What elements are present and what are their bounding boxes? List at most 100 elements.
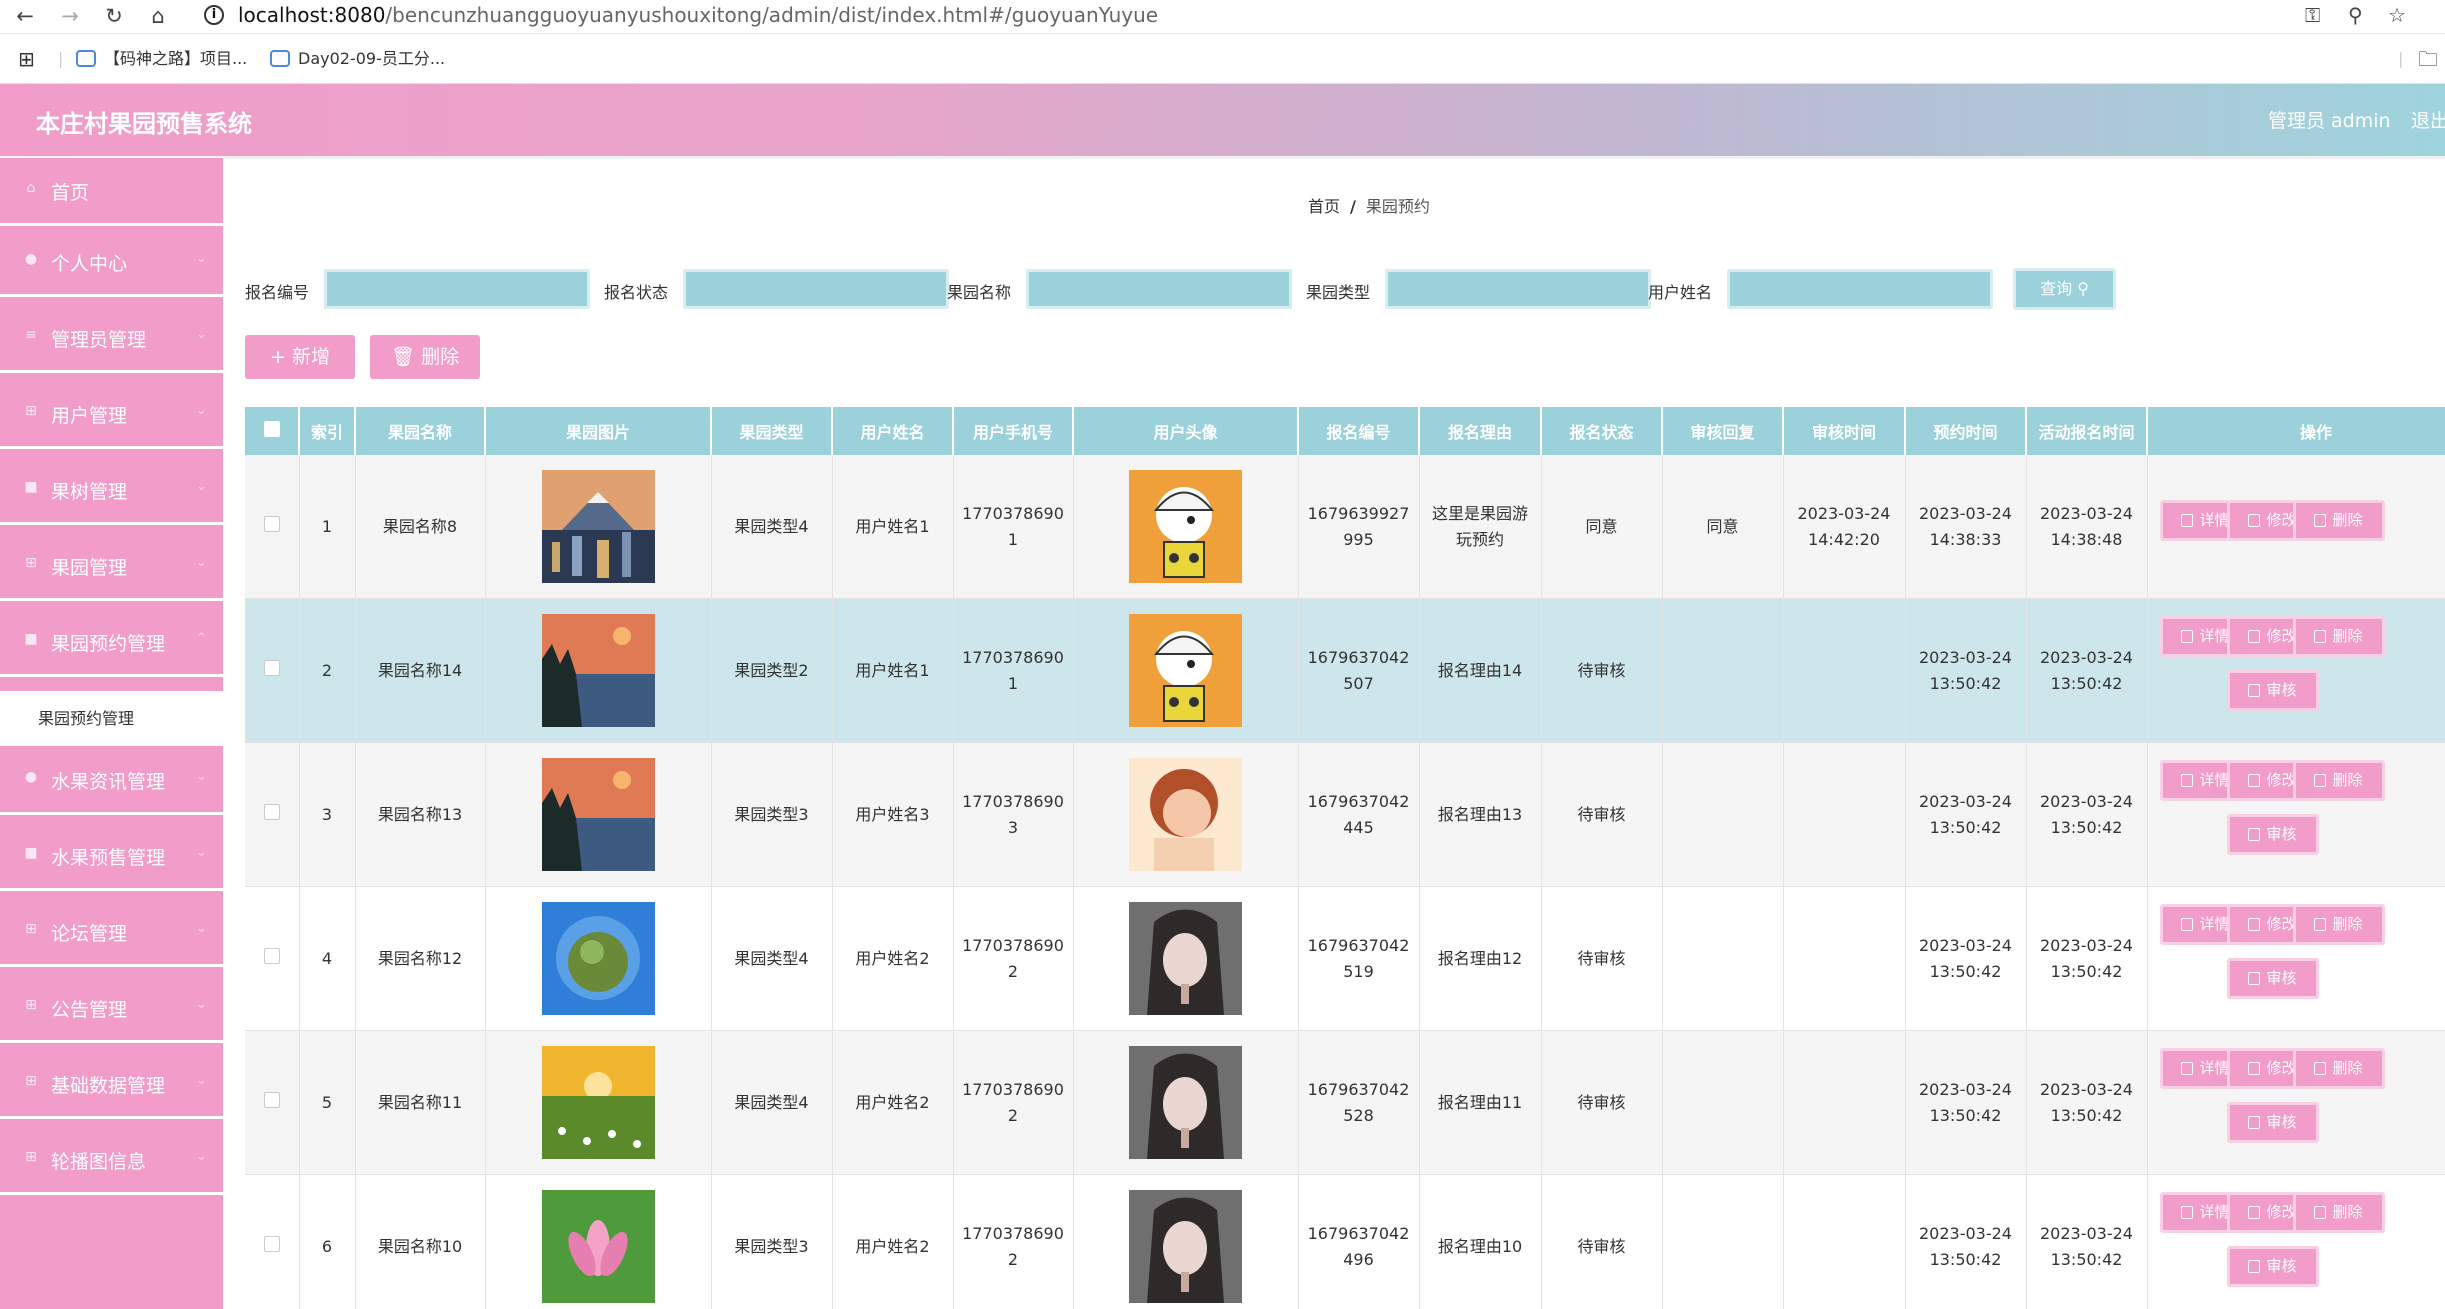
chat-icon: ■: [24, 845, 38, 861]
sidebar-item-trees[interactable]: ■ 果树管理 ⌄: [0, 457, 223, 525]
filter-status-select[interactable]: [683, 269, 949, 309]
apps-grid-icon[interactable]: ⊞: [18, 46, 35, 72]
add-button[interactable]: + 新增: [245, 335, 355, 379]
index-cell: 2: [299, 598, 356, 743]
sidebar-item-forum[interactable]: ⊞ 论坛管理 ⌄: [0, 899, 223, 967]
appt-time: 13:50:42: [1929, 817, 2002, 837]
appt-time: 13:50:42: [1929, 1249, 2002, 1269]
table-row[interactable]: 1 果园名称8 果园类型4 用户姓名1 1770378690 1 1679639927 995…: [245, 455, 2445, 599]
delete-row-button[interactable]: 删除: [2292, 500, 2385, 541]
sidebar-item-home[interactable]: ⌂ 首页: [0, 158, 223, 226]
breadcrumb-home[interactable]: 首页: [1308, 197, 1340, 216]
logout-link[interactable]: 退出: [2411, 106, 2445, 133]
table-row[interactable]: 2 果园名称14 果园类型2 用户姓名1 1770378690 1 1679637042 50…: [245, 598, 2445, 743]
breadcrumb-separator: /: [1350, 197, 1356, 216]
filter-user-input[interactable]: [1727, 269, 1993, 309]
add-label: 新增: [291, 346, 330, 368]
user-avatar-cell: [1073, 598, 1299, 743]
sidebar-item-orchards[interactable]: ⊞ 果园管理 ⌄: [0, 533, 223, 601]
signup-no-cell: 1679637042 496: [1298, 1174, 1420, 1309]
grid-icon: ⊞: [25, 1073, 37, 1089]
act-date: 2023-03-24: [2040, 935, 2133, 955]
audit-button[interactable]: 审核: [2226, 814, 2319, 855]
row-select-cell[interactable]: [245, 1174, 300, 1309]
select-all-checkbox[interactable]: [263, 421, 280, 437]
delete-row-button[interactable]: 删除: [2292, 616, 2385, 657]
row-checkbox[interactable]: [263, 947, 280, 964]
delete-row-label: 删除: [2332, 511, 2363, 529]
delete-row-button[interactable]: 删除: [2292, 760, 2385, 801]
query-button[interactable]: 查询 ⚲: [2013, 268, 2116, 310]
sidebar-item-label: 水果资讯管理: [51, 771, 166, 793]
filter-orchard-input[interactable]: [1026, 269, 1292, 309]
address-bar[interactable]: i localhost:8080/bencunzhuangguoyuanyush…: [190, 0, 2290, 32]
bookmark-star-icon[interactable]: ☆: [2388, 0, 2406, 30]
trash-icon: [2314, 514, 2327, 527]
sidebar-item-reservations[interactable]: ■ 果园预约管理 ⌃: [0, 609, 223, 677]
audit-button[interactable]: 审核: [2226, 958, 2319, 999]
row-checkbox[interactable]: [263, 1091, 280, 1108]
row-select-cell[interactable]: [245, 742, 300, 887]
column-header: 审核回复: [1662, 407, 1784, 455]
table-row[interactable]: 4 果园名称12 果园类型4 用户姓名2 1770378690 2 1679637042 51…: [245, 886, 2445, 1031]
audit-button[interactable]: 审核: [2226, 1246, 2319, 1287]
reload-icon[interactable]: ↻: [99, 2, 129, 30]
forward-icon[interactable]: →: [55, 2, 85, 30]
row-checkbox[interactable]: [263, 1235, 280, 1252]
phone-line: 1: [1007, 529, 1019, 549]
sidebar-item-users[interactable]: ⊞ 用户管理 ⌄: [0, 381, 223, 449]
home-icon[interactable]: ⌂: [143, 2, 173, 30]
reason-text: 报名理由11: [1437, 1092, 1523, 1112]
submenu-reservation-management[interactable]: 果园预约管理: [0, 691, 223, 746]
zoom-icon[interactable]: ⚲: [2348, 0, 2363, 30]
table-row[interactable]: 3 果园名称13 果园类型3 用户姓名3 1770378690 3 1679637042 44…: [245, 742, 2445, 887]
bookmark-item[interactable]: Day02-09-员工分...: [270, 46, 445, 72]
sidebar-item-profile[interactable]: ● 个人中心 ⌄: [0, 229, 223, 297]
audit-button[interactable]: 审核: [2226, 670, 2319, 711]
password-key-icon[interactable]: ⚿: [2305, 0, 2320, 30]
row-select-cell[interactable]: [245, 598, 300, 743]
folder-icon[interactable]: 🗀: [2418, 46, 2438, 72]
filter-no-input[interactable]: [324, 269, 590, 309]
delete-label: 删除: [421, 346, 460, 368]
delete-row-button[interactable]: 删除: [2292, 904, 2385, 945]
sidebar-item-news[interactable]: ● 水果资讯管理 ⌄: [0, 747, 223, 815]
bookmark-item[interactable]: 【码神之路】项目...: [76, 46, 247, 72]
delete-row-button[interactable]: 删除: [2292, 1192, 2385, 1233]
sidebar-item-carousel[interactable]: ⊞ 轮播图信息 ⌄: [0, 1127, 223, 1195]
chevron-down-icon: ⌄: [196, 479, 207, 494]
delete-button[interactable]: 🗑 删除: [370, 335, 480, 379]
row-select-cell[interactable]: [245, 455, 300, 599]
filter-type-select[interactable]: [1385, 269, 1651, 309]
row-checkbox[interactable]: [263, 803, 280, 820]
select-all-header[interactable]: [245, 407, 300, 455]
row-checkbox[interactable]: [263, 515, 280, 532]
sidebar-item-base-data[interactable]: ⊞ 基础数据管理 ⌄: [0, 1051, 223, 1119]
sidebar-item-notices[interactable]: ⊞ 公告管理 ⌄: [0, 975, 223, 1043]
row-checkbox[interactable]: [263, 659, 280, 676]
edit-label: 修改: [2266, 1059, 2297, 1077]
reply-cell: [1662, 598, 1784, 743]
delete-row-label: 删除: [2332, 1203, 2363, 1221]
user-phone-cell: 1770378690 3: [953, 742, 1074, 887]
audit-button[interactable]: 审核: [2226, 1102, 2319, 1143]
sidebar-item-presale[interactable]: ■ 水果预售管理 ⌄: [0, 823, 223, 891]
signup-no-line: 507: [1343, 673, 1374, 693]
back-icon[interactable]: ←: [10, 2, 40, 30]
column-header: 操作: [2147, 407, 2445, 455]
sidebar-item-admin[interactable]: ≡ 管理员管理 ⌄: [0, 305, 223, 373]
act-date: 2023-03-24: [2040, 791, 2133, 811]
site-info-icon[interactable]: i: [204, 5, 224, 25]
user-avatar: [1129, 1046, 1242, 1159]
index-cell: 6: [299, 1174, 356, 1309]
row-select-cell[interactable]: [245, 1030, 300, 1175]
user-avatar-cell: [1073, 886, 1299, 1031]
reason-cell: 这里是果园游玩预约: [1419, 455, 1542, 599]
row-select-cell[interactable]: [245, 886, 300, 1031]
bookmark-label: Day02-09-员工分...: [298, 49, 446, 68]
delete-row-button[interactable]: 删除: [2292, 1048, 2385, 1089]
phone-line: 2: [1007, 1249, 1019, 1269]
table-row[interactable]: 5 果园名称11 果园类型4 用户姓名2 1770378690 2 1679637042 52…: [245, 1030, 2445, 1175]
sidebar-item-label: 果园管理: [51, 557, 128, 579]
table-row[interactable]: 6 果园名称10 果园类型3 用户姓名2 1770378690 2 1679637042 49…: [245, 1174, 2445, 1309]
